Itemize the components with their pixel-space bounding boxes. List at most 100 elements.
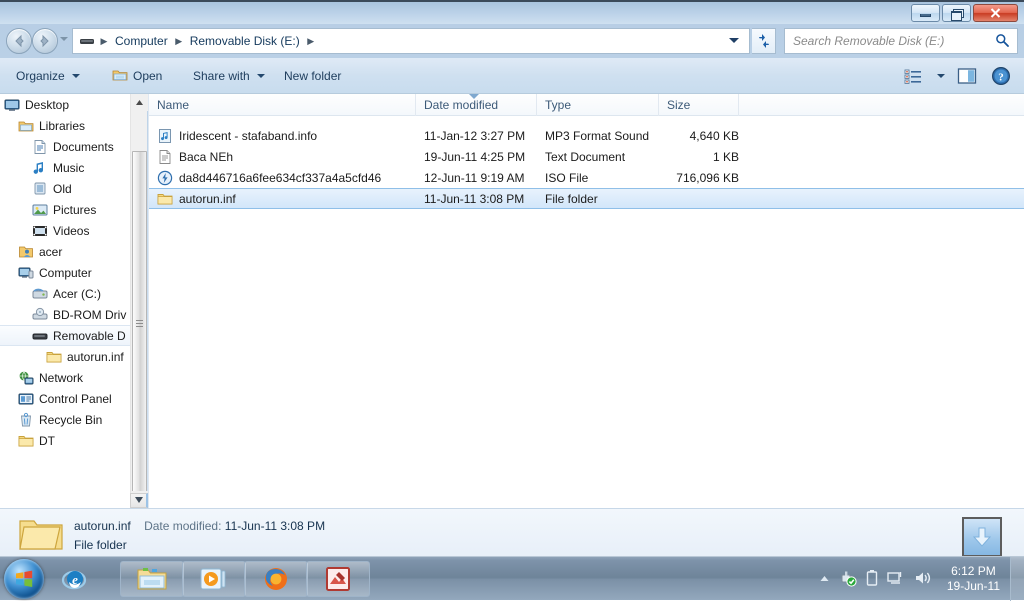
sidebar-item-music[interactable]: Music	[0, 157, 130, 178]
file-date-cell: 11-Jan-12 3:27 PM	[424, 128, 526, 143]
minimize-icon	[920, 14, 931, 17]
sidebar-item-libraries[interactable]: Libraries	[0, 115, 130, 136]
address-history-caret[interactable]	[729, 38, 739, 43]
sidebar-item-bd-rom-driv[interactable]: BD-ROM Driv	[0, 304, 130, 325]
download-arrow-button[interactable]	[962, 517, 1002, 556]
sidebar-item-documents[interactable]: Documents	[0, 136, 130, 157]
show-hidden-icons-button[interactable]	[819, 572, 830, 586]
open-button[interactable]: Open	[104, 64, 170, 88]
help-button[interactable]: ?	[986, 63, 1016, 89]
preview-pane-button[interactable]	[952, 63, 982, 89]
file-name-label: Iridescent - stafaband.info	[179, 128, 318, 143]
sidebar-item-autorun-inf[interactable]: autorun.inf	[0, 346, 130, 367]
sidebar-item-removable-d[interactable]: Removable D	[0, 325, 130, 346]
sidebar-item-old[interactable]: Old	[0, 178, 130, 199]
music-icon	[32, 160, 48, 176]
search-input[interactable]: Search Removable Disk (E:)	[793, 34, 995, 48]
column-header-type[interactable]: Type	[537, 94, 659, 116]
sidebar-item-dt[interactable]: DT	[0, 430, 130, 451]
taskbar-media-player[interactable]	[182, 561, 246, 597]
navigation-scrollbar[interactable]	[130, 94, 148, 508]
sidebar-item-recycle-bin[interactable]: Recycle Bin	[0, 409, 130, 430]
file-name-cell[interactable]: Iridescent - stafaband.info	[157, 128, 317, 144]
chevron-down-icon	[71, 74, 80, 78]
navigation-scrollbar-thumb[interactable]	[132, 151, 147, 496]
sidebar-item-computer[interactable]: Computer	[0, 262, 130, 283]
old-folder-icon	[32, 181, 48, 197]
maximize-button[interactable]	[942, 4, 971, 22]
address-bar[interactable]: ▶ Computer ▶ Removable Disk (E:) ▶	[72, 28, 750, 54]
pictures-icon	[32, 202, 48, 218]
taskbar-windows-explorer[interactable]	[120, 561, 184, 597]
column-header-size[interactable]: Size	[659, 94, 739, 116]
file-name-cell[interactable]: Baca NEh	[157, 149, 233, 165]
organize-button[interactable]: Organize	[8, 64, 88, 88]
sidebar-item-control-panel[interactable]: Control Panel	[0, 388, 130, 409]
share-with-button[interactable]: Share with	[185, 64, 273, 88]
close-button[interactable]	[973, 4, 1018, 22]
clock[interactable]: 6:12 PM 19-Jun-11	[947, 564, 1000, 594]
table-row[interactable]: da8d446716a6fee634cf337a4a5cfd46 12-Jun-1…	[149, 167, 1024, 188]
windows-logo-icon	[16, 570, 33, 587]
details-primary-line: autorun.inf Date modified: 11-Jun-11 3:0…	[74, 519, 325, 533]
sidebar-item-acer[interactable]: acer	[0, 241, 130, 262]
file-size-cell: 716,096 KB	[676, 170, 739, 185]
file-date-cell: 19-Jun-11 4:25 PM	[424, 149, 526, 164]
file-name-cell[interactable]: da8d446716a6fee634cf337a4a5cfd46	[157, 170, 381, 186]
taskbar-photo-editor[interactable]	[306, 561, 370, 597]
details-pane: autorun.inf Date modified: 11-Jun-11 3:0…	[0, 508, 1024, 556]
sidebar-item-label: Recycle Bin	[39, 412, 103, 427]
sort-indicator-icon	[469, 94, 479, 99]
navigation-pane[interactable]: Desktop Libraries Documents Music Old Picture…	[0, 94, 130, 508]
table-row[interactable]: autorun.inf 11-Jun-11 3:08 PM File folder	[149, 188, 1024, 209]
sidebar-item-pictures[interactable]: Pictures	[0, 199, 130, 220]
address-row: ▶ Computer ▶ Removable Disk (E:) ▶ Searc…	[0, 24, 1024, 58]
share-label: Share with	[193, 69, 250, 83]
back-button[interactable]	[6, 28, 32, 54]
table-row[interactable]: Iridescent - stafaband.info 11-Jan-12 3:2…	[149, 125, 1024, 146]
breadcrumb-separator[interactable]: ▶	[172, 30, 186, 52]
new-folder-button[interactable]: New folder	[276, 64, 349, 88]
videos-icon	[32, 223, 48, 239]
svg-text:e: e	[72, 572, 78, 587]
sidebar-item-videos[interactable]: Videos	[0, 220, 130, 241]
sidebar-item-desktop[interactable]: Desktop	[0, 94, 130, 115]
collapse-pane-button[interactable]	[130, 493, 148, 508]
forward-button[interactable]	[32, 28, 58, 54]
file-name-cell[interactable]: autorun.inf	[157, 191, 236, 207]
safely-remove-usb-button[interactable]	[839, 569, 857, 590]
preview-pane-icon	[957, 68, 977, 84]
battery-button[interactable]	[866, 569, 878, 590]
details-date-label: Date modified:	[144, 519, 222, 533]
volume-button[interactable]	[914, 570, 932, 589]
column-header-name[interactable]: Name	[149, 94, 416, 116]
scroll-up-icon[interactable]	[131, 94, 148, 111]
taskbar-firefox[interactable]	[244, 561, 308, 597]
breadcrumb-separator: ▶	[100, 36, 108, 46]
start-button[interactable]	[4, 559, 44, 599]
breadcrumb-separator[interactable]: ▶	[304, 30, 318, 52]
file-list-pane[interactable]: Name Date modified Type Size Iridescent …	[148, 94, 1024, 508]
refresh-button[interactable]	[752, 28, 776, 54]
recent-locations-button[interactable]	[60, 37, 68, 41]
sidebar-item-network[interactable]: Network	[0, 367, 130, 388]
breadcrumb-removable-disk[interactable]: Removable Disk (E:)	[186, 30, 304, 52]
change-view-button[interactable]	[898, 63, 928, 89]
breadcrumb-computer[interactable]: Computer	[111, 30, 172, 52]
window-controls	[911, 4, 1018, 22]
minimize-button[interactable]	[911, 4, 940, 22]
sidebar-item-acer-c[interactable]: Acer (C:)	[0, 283, 130, 304]
title-bar[interactable]	[0, 2, 1024, 24]
table-row[interactable]: Baca NEh 19-Jun-11 4:25 PM Text Document 1 …	[149, 146, 1024, 167]
safely-remove-usb-icon	[841, 571, 857, 587]
show-desktop-button[interactable]	[1010, 557, 1024, 601]
search-box[interactable]: Search Removable Disk (E:)	[784, 28, 1018, 54]
media-player-icon	[200, 568, 226, 590]
sidebar-item-label: Documents	[53, 139, 114, 154]
network-button[interactable]	[887, 570, 905, 589]
view-options-caret[interactable]	[932, 63, 948, 89]
volume-icon	[915, 572, 930, 583]
taskbar-internet-explorer[interactable]: e	[58, 564, 90, 594]
sidebar-item-label: Computer	[39, 265, 92, 280]
svg-text:?: ?	[998, 72, 1004, 84]
